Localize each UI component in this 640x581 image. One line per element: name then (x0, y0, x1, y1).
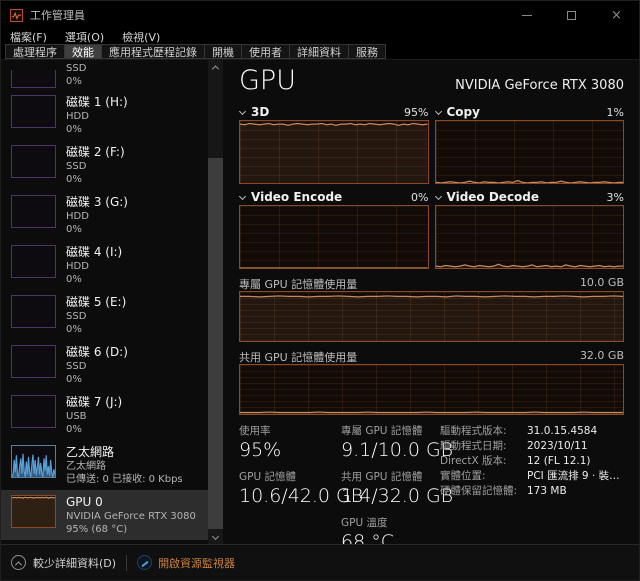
gpu-temperature-label: GPU 溫度 (341, 516, 434, 530)
chevron-up-icon (212, 65, 219, 72)
disk-thumbnail (11, 295, 56, 328)
gpu-memory-label: GPU 記憶體 (239, 470, 341, 484)
collapse-circle-icon (11, 555, 26, 570)
video-encode-chart (239, 205, 429, 269)
shared-memory-value: 1.4/32.0 GB (341, 484, 434, 508)
maximize-button[interactable] (549, 1, 594, 29)
dedicated-memory-chart (239, 291, 624, 342)
dedicated-memory-max: 10.0 GB (580, 276, 624, 291)
task-manager-window: { "window": { "title": "工作管理員" }, "menu"… (0, 0, 640, 581)
chevron-down-icon (434, 107, 441, 114)
titlebar: 工作管理員 × (1, 1, 639, 29)
gpu-temperature-value: 68 °C (341, 530, 434, 544)
detail-driver-date: 驅動程式日期: 2023/10/11 (440, 439, 624, 454)
page-title: GPU (239, 66, 296, 96)
disk-thumbnail (11, 345, 56, 378)
gpu-device-name: NVIDIA GeForce RTX 3080 (455, 78, 624, 96)
footer-divider (126, 555, 127, 571)
sidebar-item-disk4[interactable]: 磁碟 4 (I:) HDD 0% (1, 240, 208, 290)
disk-thumbnail (11, 145, 56, 178)
task-manager-icon (10, 9, 23, 22)
sidebar-item-disk2[interactable]: 磁碟 2 (F:) SSD 0% (1, 140, 208, 190)
tab-processes[interactable]: 處理程序 (5, 44, 64, 59)
performance-sidebar: SSD 0% 磁碟 1 (H:) HDD 0% 磁碟 2 (F:) SSD 0%… (1, 60, 208, 544)
copy-usage-chart (435, 120, 625, 184)
gpu-performance-pane: GPU NVIDIA GeForce RTX 3080 3D 95% Copy … (223, 60, 639, 544)
footer-bar: 較少詳細資料(D) 開啟資源監視器 (1, 544, 639, 580)
sidebar-item-disk0-partial[interactable]: SSD 0% (1, 60, 208, 90)
shared-memory-label: 共用 GPU 記憶體 (341, 470, 434, 484)
sidebar-scrollbar[interactable] (208, 60, 223, 544)
disk-thumbnail (11, 245, 56, 278)
sidebar-item-gpu0[interactable]: GPU 0 NVIDIA GeForce RTX 3080 95% (68 °C… (1, 490, 208, 540)
gpu-thumbnail-chart (11, 495, 56, 528)
utilization-label: 使用率 (239, 424, 341, 438)
menubar: 檔案(F) 選項(O) 檢視(V) (1, 29, 639, 44)
video-decode-value: 3% (607, 191, 624, 204)
detail-physical-location: 實體位置: PCI 匯流排 9 · 裝置 0 · 函... (440, 469, 624, 484)
chevron-down-icon (434, 192, 441, 199)
detail-hw-reserved-memory: 硬體保留記憶體: 173 MB (440, 484, 624, 499)
menu-options[interactable]: 選項(O) (65, 29, 104, 45)
ethernet-thumbnail-chart (11, 445, 56, 478)
chart-header-3d[interactable]: 3D 95% (239, 104, 429, 120)
sidebar-item-disk7[interactable]: 磁碟 7 (J:) USB 0% (1, 390, 208, 440)
open-resource-monitor-link[interactable]: 開啟資源監視器 (158, 555, 235, 571)
disk-thumbnail (11, 195, 56, 228)
tab-users[interactable]: 使用者 (241, 44, 289, 59)
chart-header-copy[interactable]: Copy 1% (435, 104, 625, 120)
close-icon: × (611, 9, 622, 22)
sidebar-item-disk3[interactable]: 磁碟 3 (G:) HDD 0% (1, 190, 208, 240)
tab-performance[interactable]: 效能 (64, 44, 101, 59)
maximize-icon (567, 11, 576, 20)
utilization-value: 95% (239, 438, 341, 462)
minimize-icon (522, 15, 532, 16)
resource-monitor-icon (137, 555, 152, 570)
3d-usage-chart (239, 120, 429, 184)
less-details-button[interactable]: 較少詳細資料(D) (33, 555, 116, 571)
tab-services[interactable]: 服務 (348, 44, 386, 59)
scroll-down-button[interactable] (208, 529, 223, 544)
video-decode-chart (435, 205, 625, 269)
chevron-down-icon (239, 107, 246, 114)
tabbar: 處理程序 效能 應用程式歷程記錄 開機 使用者 詳細資料 服務 (1, 44, 639, 60)
sidebar-item-disk6[interactable]: 磁碟 6 (D:) SSD 0% (1, 340, 208, 390)
disk-thumbnail (11, 95, 56, 128)
sidebar-item-disk1[interactable]: 磁碟 1 (H:) HDD 0% (1, 90, 208, 140)
shared-memory-chart-label: 共用 GPU 記憶體使用量 (239, 349, 357, 364)
window-title: 工作管理員 (30, 7, 504, 23)
detail-driver-version: 驅動程式版本: 31.0.15.4584 (440, 424, 624, 439)
chevron-down-icon (212, 533, 219, 540)
tab-details[interactable]: 詳細資料 (289, 44, 348, 59)
dedicated-memory-value: 9.1/10.0 GB (341, 438, 434, 462)
tab-app-history[interactable]: 應用程式歷程記錄 (101, 44, 204, 59)
shared-memory-chart (239, 364, 624, 415)
chevron-down-icon (239, 192, 246, 199)
minimize-button[interactable] (504, 1, 549, 29)
video-encode-value: 0% (411, 191, 428, 204)
copy-usage-value: 1% (607, 106, 624, 119)
detail-directx-version: DirectX 版本: 12 (FL 12.1) (440, 454, 624, 469)
sidebar-item-disk5[interactable]: 磁碟 5 (E:) SSD 0% (1, 290, 208, 340)
chart-header-video-encode[interactable]: Video Encode 0% (239, 189, 429, 205)
gpu-memory-value: 10.6/42.0 GB (239, 484, 341, 508)
disk-thumbnail (11, 395, 56, 428)
shared-memory-max: 32.0 GB (580, 349, 624, 364)
menu-view[interactable]: 檢視(V) (122, 29, 160, 45)
menu-file[interactable]: 檔案(F) (10, 29, 47, 45)
disk-thumbnail (11, 70, 56, 88)
sidebar-item-ethernet[interactable]: 乙太網路 乙太網路 已傳送: 0 已接收: 0 Kbps (1, 440, 208, 490)
chart-header-video-decode[interactable]: Video Decode 3% (435, 189, 625, 205)
dedicated-memory-chart-label: 專屬 GPU 記憶體使用量 (239, 276, 357, 291)
3d-usage-value: 95% (404, 106, 428, 119)
tab-startup[interactable]: 開機 (204, 44, 241, 59)
scrollbar-thumb[interactable] (208, 158, 223, 531)
chevron-up-icon (15, 561, 22, 568)
scroll-up-button[interactable] (208, 60, 223, 75)
dedicated-memory-label: 專屬 GPU 記憶體 (341, 424, 434, 438)
close-button[interactable]: × (594, 1, 639, 29)
